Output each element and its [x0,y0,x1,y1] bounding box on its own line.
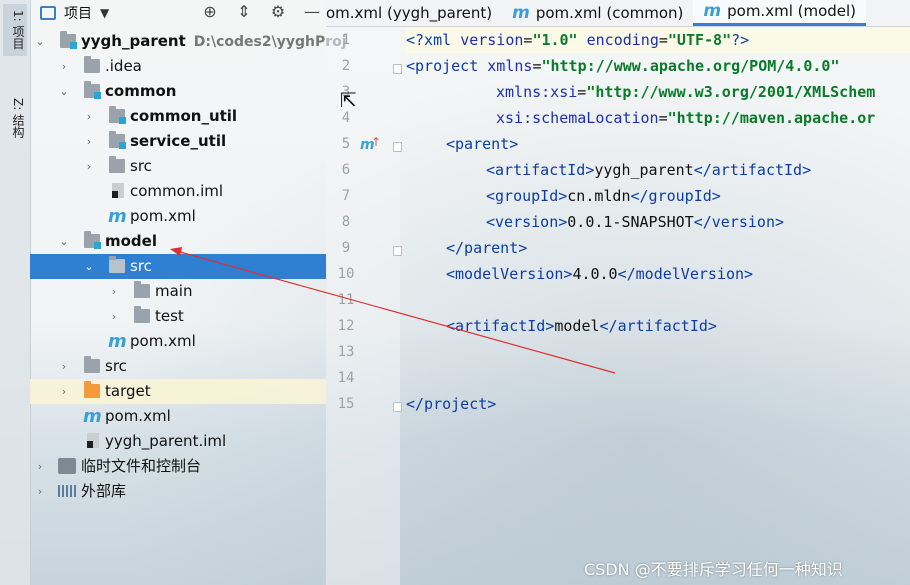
watermark: CSDN @不要排斥学习任何一种知识 [584,560,843,579]
annotation-arrowhead [170,247,182,256]
annotation-arrow-line [179,251,616,374]
annotation-arrow [170,247,616,374]
